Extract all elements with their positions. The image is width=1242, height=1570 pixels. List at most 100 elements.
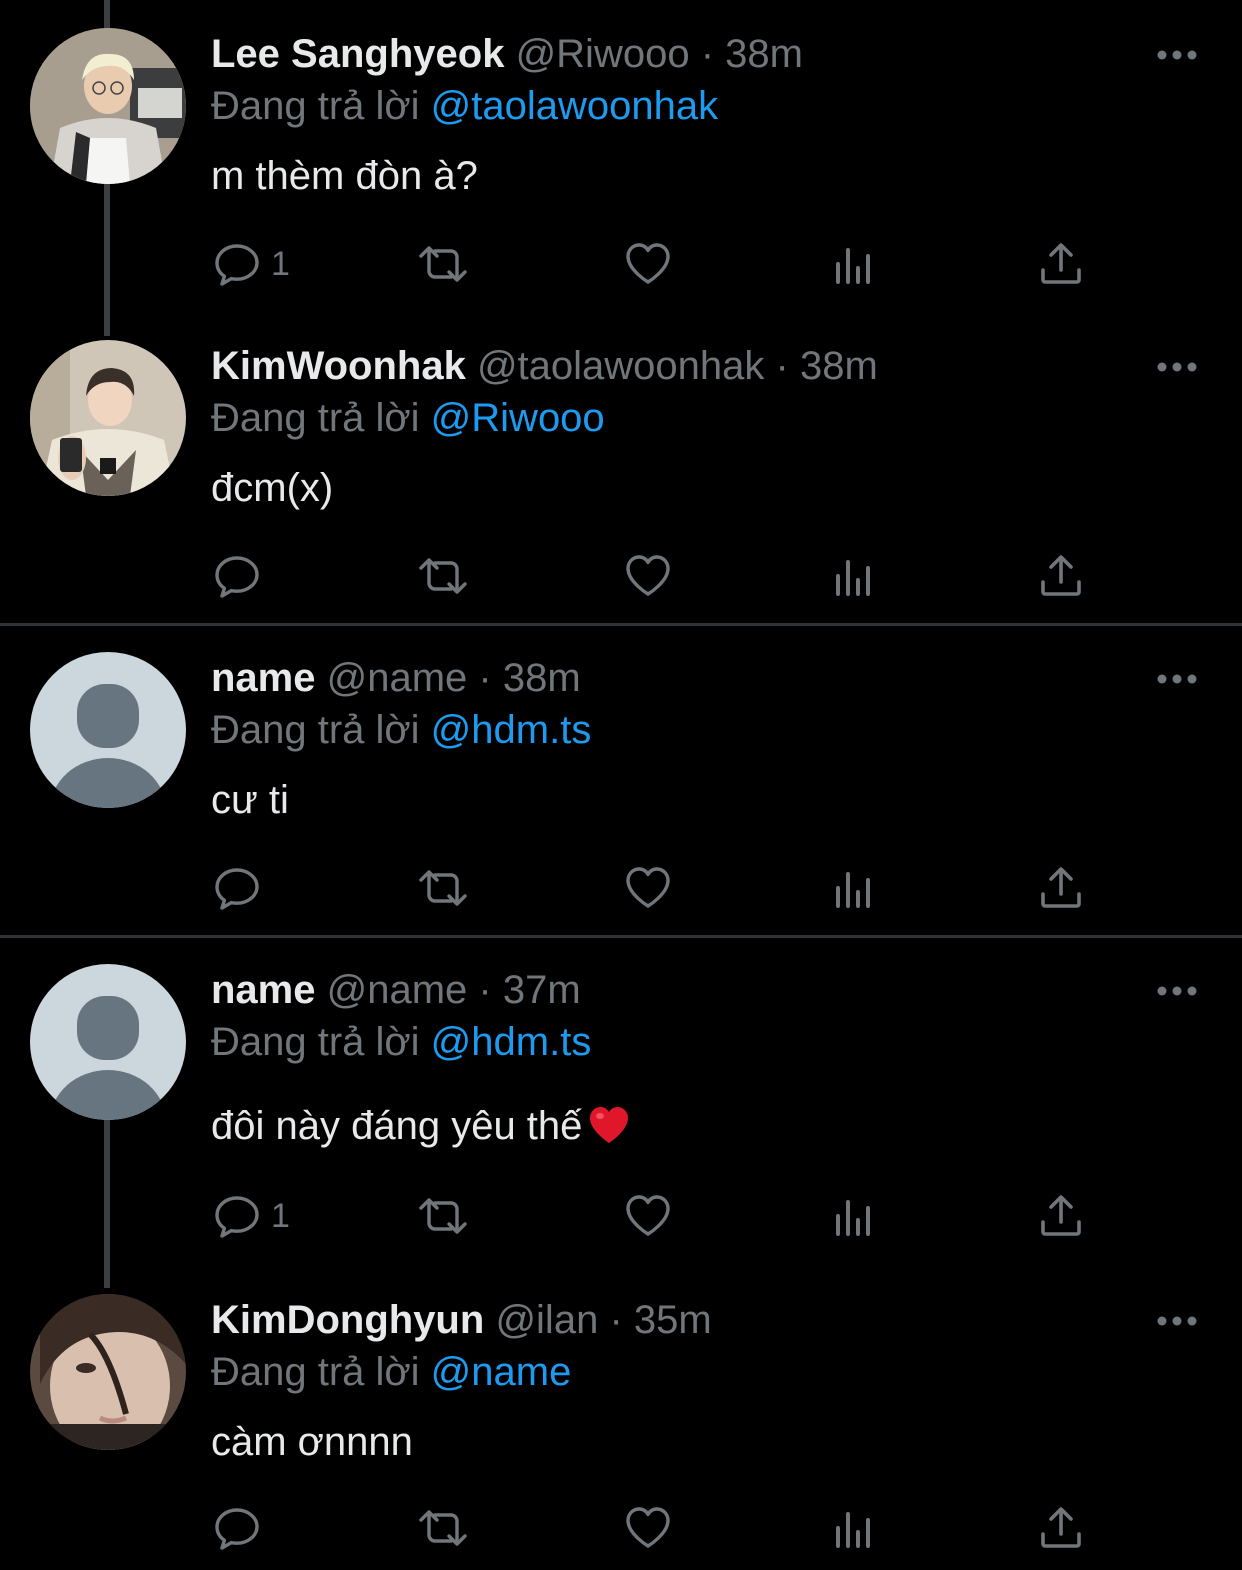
share-button[interactable] bbox=[1037, 858, 1085, 918]
avatar[interactable] bbox=[30, 28, 186, 184]
tweet-text: cư ti bbox=[211, 778, 289, 822]
like-button[interactable] bbox=[624, 546, 672, 606]
tweet[interactable]: KimWoonhak @taolawoonhak · 38m Đang trả … bbox=[0, 312, 1242, 623]
replying-to: Đang trả lời @hdm.ts bbox=[211, 1012, 591, 1072]
replying-to-label: Đang trả lời bbox=[211, 1350, 420, 1394]
handle[interactable]: @name bbox=[327, 968, 468, 1012]
replying-to-label: Đang trả lời bbox=[211, 1020, 420, 1064]
reply-button[interactable]: 1 bbox=[213, 234, 290, 294]
mention-link[interactable]: @taolawoonhak bbox=[431, 84, 718, 128]
timestamp[interactable]: 38m bbox=[800, 344, 878, 388]
profile-photo bbox=[30, 1294, 186, 1450]
timestamp[interactable]: 38m bbox=[503, 656, 581, 700]
display-name[interactable]: name bbox=[211, 656, 316, 700]
analytics-icon bbox=[836, 1512, 870, 1548]
action-bar: 1 bbox=[211, 234, 1111, 294]
analytics-button[interactable] bbox=[831, 858, 879, 918]
tweet-header: name @name · 38m bbox=[211, 648, 581, 708]
analytics-button[interactable] bbox=[831, 1498, 879, 1558]
analytics-icon bbox=[836, 872, 870, 908]
more-options-icon[interactable] bbox=[1156, 1311, 1198, 1331]
retweet-icon bbox=[419, 1198, 467, 1234]
analytics-button[interactable] bbox=[831, 546, 879, 606]
tweet-text: càm ơnnnn bbox=[211, 1420, 413, 1464]
replying-to: Đang trả lời @hdm.ts bbox=[211, 700, 591, 760]
share-icon bbox=[1041, 243, 1081, 284]
like-button[interactable] bbox=[624, 1186, 672, 1246]
share-icon bbox=[1041, 1195, 1081, 1236]
like-icon bbox=[626, 243, 670, 284]
like-icon bbox=[626, 867, 670, 908]
share-icon bbox=[1041, 1507, 1081, 1548]
timestamp[interactable]: 38m bbox=[725, 32, 803, 76]
retweet-icon bbox=[419, 870, 467, 906]
tweet-header: KimDonghyun @ilan · 35m bbox=[211, 1290, 712, 1350]
analytics-button[interactable] bbox=[831, 234, 879, 294]
separator: · bbox=[609, 1298, 623, 1342]
like-icon bbox=[626, 555, 670, 596]
more-options-icon[interactable] bbox=[1156, 981, 1198, 1001]
like-icon bbox=[626, 1507, 670, 1548]
display-name[interactable]: KimWoonhak bbox=[211, 344, 466, 388]
avatar[interactable] bbox=[30, 652, 186, 808]
profile-photo bbox=[30, 340, 186, 496]
retweet-button[interactable] bbox=[415, 546, 471, 606]
replying-to-label: Đang trả lời bbox=[211, 396, 420, 440]
avatar[interactable] bbox=[30, 340, 186, 496]
separator: · bbox=[700, 32, 715, 76]
tweet-text: đcm(x) bbox=[211, 466, 334, 510]
replying-to: Đang trả lời @taolawoonhak bbox=[211, 76, 718, 136]
reply-icon bbox=[215, 244, 259, 286]
share-icon bbox=[1041, 867, 1081, 908]
reply-button[interactable] bbox=[213, 546, 271, 606]
retweet-button[interactable] bbox=[415, 858, 471, 918]
mention-link[interactable]: @hdm.ts bbox=[431, 708, 592, 752]
retweet-button[interactable] bbox=[415, 234, 471, 294]
mention-link[interactable]: @hdm.ts bbox=[431, 1020, 592, 1064]
like-button[interactable] bbox=[624, 858, 672, 918]
retweet-button[interactable] bbox=[415, 1498, 471, 1558]
share-button[interactable] bbox=[1037, 1498, 1085, 1558]
reply-button[interactable] bbox=[213, 1498, 271, 1558]
timestamp[interactable]: 35m bbox=[634, 1298, 712, 1342]
tweet[interactable]: Lee Sanghyeok @Riwooo · 38m Đang trả lời… bbox=[0, 0, 1242, 312]
reply-button[interactable] bbox=[213, 858, 271, 918]
share-button[interactable] bbox=[1037, 546, 1085, 606]
like-button[interactable] bbox=[624, 234, 672, 294]
tweet[interactable]: name @name · 38m Đang trả lời @hdm.ts cư… bbox=[0, 624, 1242, 935]
analytics-icon bbox=[836, 1200, 870, 1236]
reply-button[interactable]: 1 bbox=[213, 1186, 290, 1246]
share-button[interactable] bbox=[1037, 1186, 1085, 1246]
display-name[interactable]: KimDonghyun bbox=[211, 1298, 484, 1342]
avatar[interactable] bbox=[30, 1294, 186, 1450]
mention-link[interactable]: @name bbox=[431, 1350, 572, 1394]
analytics-button[interactable] bbox=[831, 1186, 879, 1246]
separator: · bbox=[478, 968, 492, 1012]
tweet[interactable]: KimDonghyun @ilan · 35m Đang trả lời @na… bbox=[0, 1266, 1242, 1570]
avatar[interactable] bbox=[30, 964, 186, 1120]
analytics-icon bbox=[836, 248, 870, 284]
handle[interactable]: @Riwooo bbox=[516, 32, 690, 76]
reply-icon bbox=[215, 1508, 259, 1550]
retweet-icon bbox=[419, 558, 467, 594]
share-icon bbox=[1041, 555, 1081, 596]
more-options-icon[interactable] bbox=[1156, 669, 1198, 689]
action-bar bbox=[211, 1498, 1111, 1558]
tweet-text: đôi này đáng yêu thế bbox=[211, 1096, 630, 1156]
timestamp[interactable]: 37m bbox=[503, 968, 581, 1012]
mention-link[interactable]: @Riwooo bbox=[431, 396, 605, 440]
tweet[interactable]: name @name · 37m Đang trả lời @hdm.ts đô… bbox=[0, 936, 1242, 1266]
share-button[interactable] bbox=[1037, 234, 1085, 294]
like-button[interactable] bbox=[624, 1498, 672, 1558]
more-options-icon[interactable] bbox=[1156, 45, 1198, 65]
display-name[interactable]: Lee Sanghyeok bbox=[211, 32, 504, 76]
display-name[interactable]: name bbox=[211, 968, 316, 1012]
handle[interactable]: @name bbox=[327, 656, 468, 700]
handle[interactable]: @ilan bbox=[495, 1298, 598, 1342]
handle[interactable]: @taolawoonhak bbox=[477, 344, 764, 388]
more-options-icon[interactable] bbox=[1156, 357, 1198, 377]
reply-icon bbox=[215, 868, 259, 910]
replying-to: Đang trả lời @Riwooo bbox=[211, 388, 605, 448]
retweet-button[interactable] bbox=[415, 1186, 471, 1246]
tweet-header: Lee Sanghyeok @Riwooo · 38m bbox=[211, 24, 803, 84]
